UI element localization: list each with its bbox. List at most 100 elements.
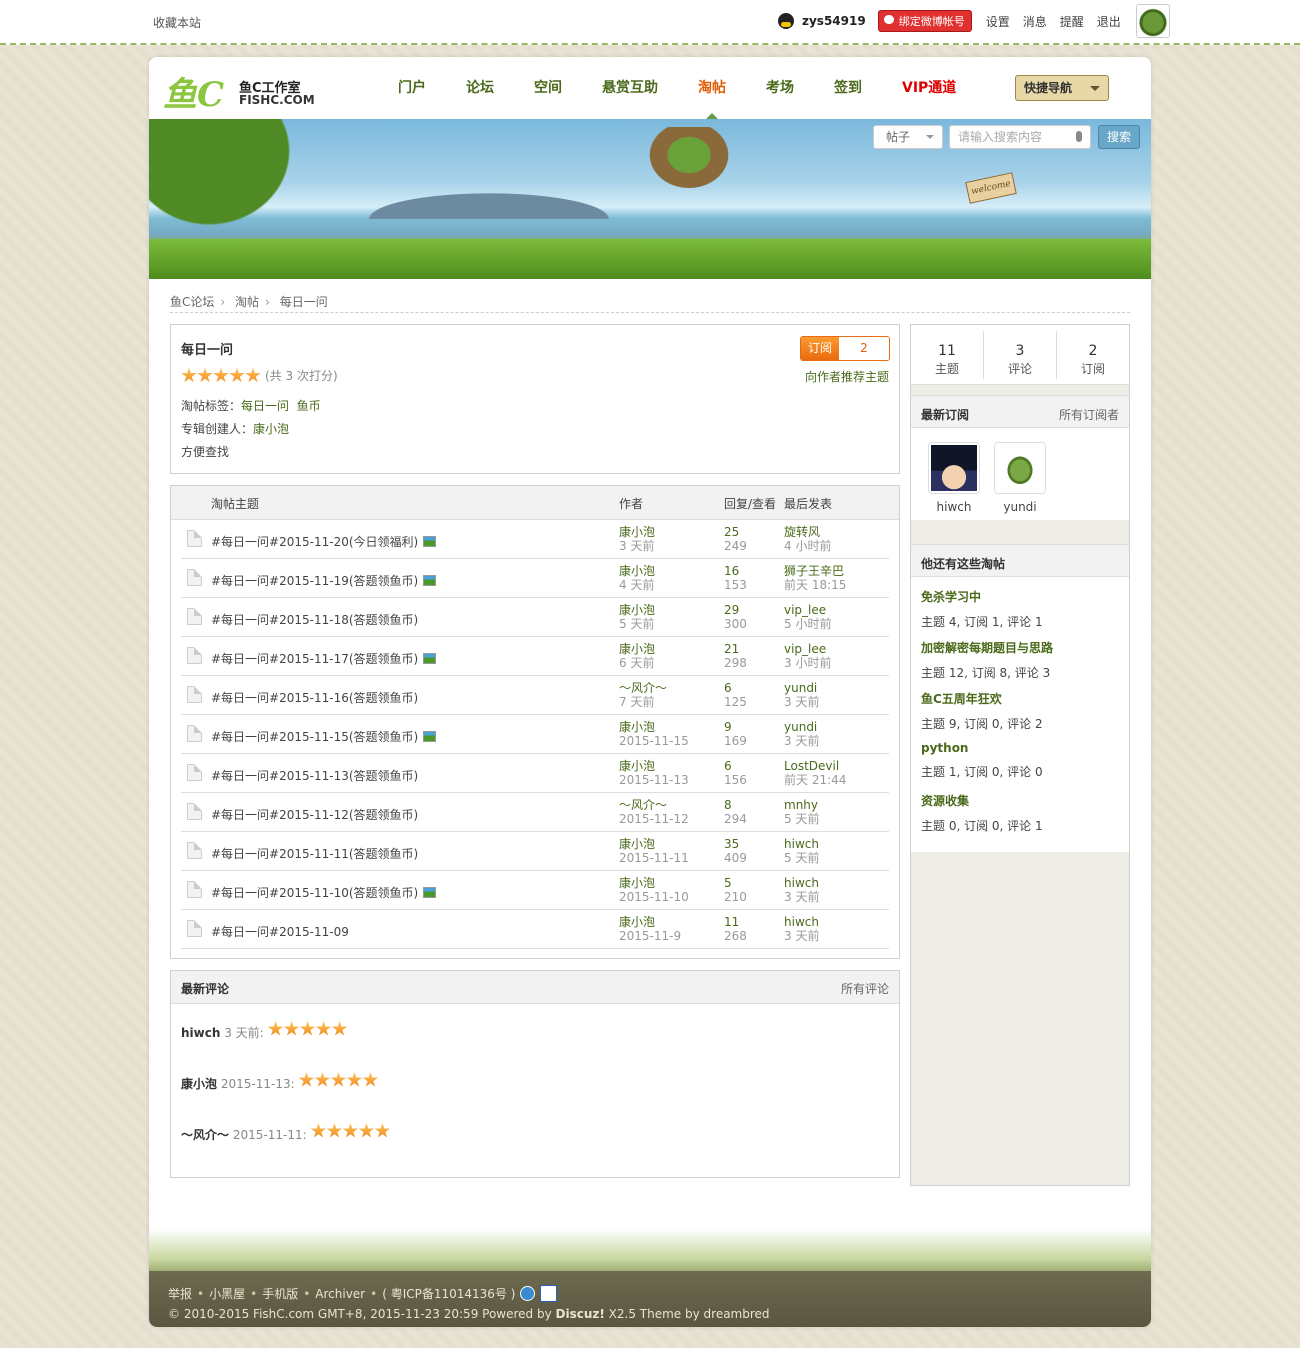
subscribe-button[interactable]: 订阅 2 [800, 336, 890, 361]
collection-link[interactable]: python [921, 741, 1043, 755]
nav-forum[interactable]: 论坛 [453, 57, 507, 119]
topic-title[interactable]: #每日一问#2015-11-15(答题领鱼币) [211, 730, 418, 744]
topic-title[interactable]: #每日一问#2015-11-12(答题领鱼币) [211, 808, 418, 822]
nav-checkin[interactable]: 签到 [821, 57, 875, 119]
security-badge-icon[interactable] [520, 1286, 536, 1301]
avatar[interactable] [994, 442, 1046, 494]
topic-link[interactable]: #每日一问#2015-11-20(今日领福利) [211, 533, 437, 550]
comment-author[interactable]: ～风介～ [181, 1128, 229, 1142]
collection-link[interactable]: 加密解密每期题目与思路 [921, 639, 1053, 656]
last-poster-link[interactable]: yundi [784, 681, 819, 695]
weibo-bind-button[interactable]: 绑定微博帐号 [877, 10, 972, 32]
nav-space[interactable]: 空间 [521, 57, 575, 119]
nav-collection[interactable]: 淘帖 [685, 57, 739, 119]
collection-link[interactable]: 资源收集 [921, 792, 1043, 809]
last-post-time[interactable]: 3 天前 [784, 734, 819, 748]
author-link[interactable]: 康小泡 [619, 564, 655, 578]
topic-link[interactable]: #每日一问#2015-11-16(答题领鱼币) [211, 689, 418, 706]
topic-title[interactable]: #每日一问#2015-11-19(答题领鱼币) [211, 574, 418, 588]
author-link[interactable]: 康小泡 [619, 720, 689, 734]
collection-link[interactable]: 免杀学习中 [921, 588, 1043, 605]
nav-bounty[interactable]: 悬赏互助 [589, 57, 671, 119]
last-poster-link[interactable]: hiwch [784, 915, 819, 929]
topic-title[interactable]: #每日一问#2015-11-10(答题领鱼币) [211, 886, 418, 900]
last-poster-link[interactable]: hiwch [784, 837, 819, 851]
last-poster-link[interactable]: 旋转风 [784, 525, 831, 539]
comment-author[interactable]: hiwch [181, 1026, 220, 1040]
last-post-time[interactable]: 3 天前 [784, 890, 819, 904]
comment-author[interactable]: 康小泡 [181, 1077, 217, 1091]
last-poster-link[interactable]: vip_lee [784, 642, 831, 656]
last-post-time[interactable]: 5 天前 [784, 812, 819, 826]
favorite-link[interactable]: 收藏本站 [153, 14, 201, 31]
tag-link[interactable]: 鱼币 [297, 399, 321, 413]
recommend-topic-link[interactable]: 向作者推荐主题 [805, 368, 889, 385]
author-link[interactable]: 康小泡 [619, 759, 689, 773]
creator-link[interactable]: 康小泡 [253, 422, 289, 436]
all-comments-link[interactable]: 所有评论 [841, 980, 889, 997]
user-avatar[interactable] [1135, 4, 1170, 38]
last-poster-link[interactable]: LostDevil [784, 759, 846, 773]
report-link[interactable]: 举报 [168, 1285, 192, 1302]
topic-link[interactable]: #每日一问#2015-11-19(答题领鱼币) [211, 572, 437, 589]
last-post-time[interactable]: 4 小时前 [784, 539, 831, 553]
author-link[interactable]: 康小泡 [619, 642, 655, 656]
breadcrumb-collection[interactable]: 淘帖 [235, 295, 259, 309]
blacklist-link[interactable]: 小黑屋 [209, 1285, 245, 1302]
topic-link[interactable]: #每日一问#2015-11-18(答题领鱼币) [211, 611, 418, 628]
last-poster-link[interactable]: yundi [784, 720, 819, 734]
username-link[interactable]: zys54919 [802, 14, 866, 28]
search-type-select[interactable]: 帖子 [873, 125, 943, 149]
last-post-time[interactable]: 前天 18:15 [784, 578, 846, 592]
topic-title[interactable]: #每日一问#2015-11-17(答题领鱼币) [211, 652, 418, 666]
author-link[interactable]: ～风介～ [619, 798, 689, 812]
topic-link[interactable]: #每日一问#2015-11-12(答题领鱼币) [211, 806, 418, 823]
topic-link[interactable]: #每日一问#2015-11-15(答题领鱼币) [211, 728, 437, 745]
last-poster-link[interactable]: vip_lee [784, 603, 831, 617]
last-poster-link[interactable]: 狮子王辛巴 [784, 564, 846, 578]
quick-nav-button[interactable]: 快捷导航 [1015, 75, 1109, 101]
search-input[interactable]: 请输入搜索内容 [949, 125, 1091, 149]
topic-title[interactable]: #每日一问#2015-11-09 [211, 925, 349, 939]
collection-link[interactable]: 鱼C五周年狂欢 [921, 690, 1043, 707]
topic-title[interactable]: #每日一问#2015-11-13(答题领鱼币) [211, 769, 418, 783]
site-logo[interactable]: 鱼C 鱼C工作室 FISHC.COM [163, 67, 315, 115]
last-post-time[interactable]: 5 小时前 [784, 617, 831, 631]
subscriber-name[interactable]: hiwch [928, 500, 980, 514]
nav-vip[interactable]: VIP通道 [889, 57, 969, 119]
topic-link[interactable]: #每日一问#2015-11-13(答题领鱼币) [211, 767, 418, 784]
discuz-link[interactable]: Discuz! [556, 1307, 605, 1321]
breadcrumb-forum[interactable]: 鱼C论坛 [170, 295, 214, 309]
archiver-link[interactable]: Archiver [315, 1287, 365, 1301]
logout-link[interactable]: 退出 [1097, 13, 1121, 30]
avatar[interactable] [928, 442, 980, 494]
topic-title[interactable]: #每日一问#2015-11-18(答题领鱼币) [211, 613, 418, 627]
last-post-time[interactable]: 3 天前 [784, 929, 819, 943]
topic-link[interactable]: #每日一问#2015-11-17(答题领鱼币) [211, 650, 437, 667]
microphone-icon[interactable] [1076, 131, 1082, 142]
topic-link[interactable]: #每日一问#2015-11-10(答题领鱼币) [211, 884, 437, 901]
baidu-paw-icon[interactable] [540, 1285, 558, 1302]
last-post-time[interactable]: 3 小时前 [784, 656, 831, 670]
all-subscribers-link[interactable]: 所有订阅者 [1059, 406, 1119, 423]
topic-link[interactable]: #每日一问#2015-11-11(答题领鱼币) [211, 845, 418, 862]
topic-link[interactable]: #每日一问#2015-11-09 [211, 923, 349, 940]
author-link[interactable]: 康小泡 [619, 603, 655, 617]
author-link[interactable]: 康小泡 [619, 837, 689, 851]
mobile-link[interactable]: 手机版 [262, 1285, 298, 1302]
topic-title[interactable]: #每日一问#2015-11-16(答题领鱼币) [211, 691, 418, 705]
icp-link[interactable]: ( 粤ICP备11014136号 ) [382, 1285, 515, 1302]
search-button[interactable]: 搜索 [1098, 125, 1140, 149]
last-post-time[interactable]: 3 天前 [784, 695, 819, 709]
topic-title[interactable]: #每日一问#2015-11-11(答题领鱼币) [211, 847, 418, 861]
messages-link[interactable]: 消息 [1023, 13, 1047, 30]
last-post-time[interactable]: 5 天前 [784, 851, 819, 865]
nav-portal[interactable]: 门户 [385, 57, 439, 119]
topic-title[interactable]: #每日一问#2015-11-20(今日领福利) [211, 535, 418, 549]
tag-link[interactable]: 每日一问 [241, 399, 289, 413]
settings-link[interactable]: 设置 [986, 13, 1010, 30]
nav-exam[interactable]: 考场 [753, 57, 807, 119]
last-poster-link[interactable]: hiwch [784, 876, 819, 890]
subscriber-name[interactable]: yundi [994, 500, 1046, 514]
notifications-link[interactable]: 提醒 [1060, 13, 1084, 30]
